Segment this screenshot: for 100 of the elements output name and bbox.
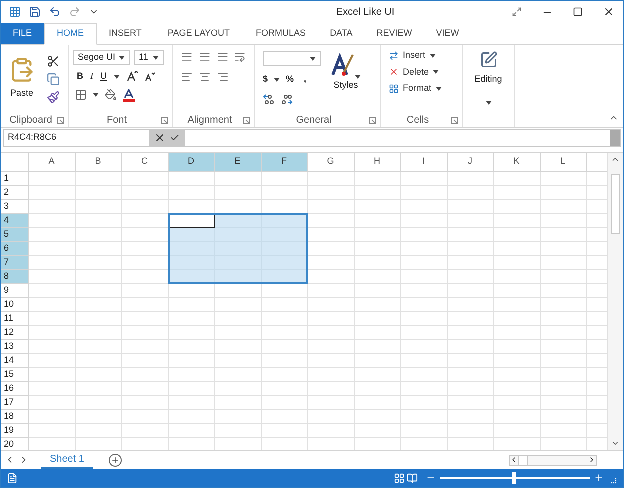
- row-header[interactable]: 14: [1, 354, 29, 368]
- resize-grip-icon[interactable]: [610, 478, 617, 485]
- scroll-down-icon[interactable]: [611, 439, 620, 448]
- currency-button[interactable]: $: [263, 73, 268, 86]
- ribbon-tab[interactable]: VIEW: [424, 23, 472, 44]
- align-top-icon[interactable]: [181, 51, 193, 63]
- cells-menu-button[interactable]: Insert: [389, 49, 454, 62]
- cells-menu-button[interactable]: Format: [389, 82, 454, 96]
- app-grid-icon[interactable]: [9, 6, 21, 18]
- column-header[interactable]: K: [494, 153, 540, 172]
- row-header[interactable]: 17: [1, 396, 29, 410]
- redo-icon[interactable]: [69, 6, 81, 18]
- column-header[interactable]: L: [540, 153, 587, 172]
- underline-button[interactable]: U: [100, 70, 107, 84]
- scroll-up-icon[interactable]: [611, 155, 620, 164]
- align-left-icon[interactable]: [181, 71, 193, 83]
- scroll-right-icon[interactable]: [588, 456, 596, 464]
- dialog-launcher-icon[interactable]: [369, 116, 376, 124]
- italic-button[interactable]: I: [90, 70, 94, 84]
- number-format-dropdown[interactable]: [263, 51, 321, 66]
- ribbon-tab[interactable]: REVIEW: [364, 23, 424, 44]
- font-name-dropdown[interactable]: Segoe UI: [73, 50, 130, 65]
- row-header[interactable]: 1: [1, 172, 29, 186]
- ribbon-tab[interactable]: FORMULAS: [244, 23, 318, 44]
- comma-button[interactable]: ,: [304, 73, 307, 86]
- wrap-text-icon[interactable]: [234, 51, 246, 63]
- ribbon-display-icon[interactable]: [512, 7, 522, 17]
- row-header[interactable]: 13: [1, 340, 29, 354]
- maximize-icon[interactable]: [573, 7, 583, 17]
- normal-view-icon[interactable]: [394, 472, 405, 484]
- row-header[interactable]: 10: [1, 298, 29, 312]
- vertical-scrollbar[interactable]: [607, 153, 623, 450]
- font-color-icon[interactable]: [123, 88, 135, 102]
- cells-menu-button[interactable]: Delete: [389, 66, 454, 79]
- styles-button[interactable]: Styles: [327, 45, 365, 113]
- dialog-launcher-icon[interactable]: [161, 116, 168, 124]
- percent-button[interactable]: %: [286, 73, 294, 86]
- shrink-font-icon[interactable]: [145, 72, 155, 82]
- scroll-left-icon[interactable]: [510, 456, 518, 464]
- ribbon-tab[interactable]: INSERT: [97, 23, 154, 44]
- format-painter-icon[interactable]: [47, 90, 60, 104]
- scroll-thumb[interactable]: [518, 456, 528, 464]
- paste-button[interactable]: Paste: [5, 57, 39, 101]
- ribbon-tab[interactable]: PAGE LAYOUT: [154, 23, 244, 44]
- zoom-in-icon[interactable]: [594, 473, 604, 483]
- horizontal-scrollbar[interactable]: [509, 454, 597, 466]
- ribbon-tab[interactable]: HOME: [44, 23, 98, 45]
- column-header[interactable]: F: [262, 153, 308, 172]
- dialog-launcher-icon[interactable]: [243, 116, 250, 124]
- row-header[interactable]: 8: [1, 270, 29, 284]
- column-header[interactable]: D: [168, 153, 215, 172]
- column-header[interactable]: C: [122, 153, 168, 172]
- row-header[interactable]: 5: [1, 228, 29, 242]
- column-header[interactable]: J: [448, 153, 494, 172]
- column-header[interactable]: B: [76, 153, 122, 172]
- row-header[interactable]: 2: [1, 186, 29, 200]
- page-icon[interactable]: [7, 472, 18, 484]
- column-header[interactable]: G: [308, 153, 354, 172]
- row-header[interactable]: 12: [1, 326, 29, 340]
- font-size-dropdown[interactable]: 11: [134, 50, 164, 65]
- increase-decimal-icon[interactable]: [263, 94, 275, 104]
- align-right-icon[interactable]: [217, 71, 229, 83]
- zoom-slider-thumb[interactable]: [512, 472, 516, 484]
- align-bottom-icon[interactable]: [216, 51, 228, 63]
- copy-icon[interactable]: [47, 72, 60, 86]
- scroll-thumb[interactable]: [611, 174, 620, 234]
- row-header[interactable]: 19: [1, 424, 29, 438]
- row-header[interactable]: 20: [1, 438, 29, 450]
- page-layout-view-icon[interactable]: [407, 472, 418, 484]
- row-header[interactable]: 11: [1, 312, 29, 326]
- ribbon-tab[interactable]: DATA: [318, 23, 365, 44]
- grow-font-icon[interactable]: [127, 71, 138, 82]
- bold-button[interactable]: B: [77, 70, 84, 84]
- borders-icon[interactable]: [75, 89, 87, 101]
- decrease-decimal-icon[interactable]: [281, 94, 293, 104]
- column-header[interactable]: A: [29, 153, 76, 172]
- row-header[interactable]: 9: [1, 284, 29, 298]
- row-header[interactable]: 7: [1, 256, 29, 270]
- row-header[interactable]: 18: [1, 410, 29, 424]
- row-header[interactable]: 6: [1, 242, 29, 256]
- row-header[interactable]: 16: [1, 382, 29, 396]
- row-header[interactable]: 4: [1, 214, 29, 228]
- save-icon[interactable]: [29, 6, 41, 18]
- add-sheet-button[interactable]: [109, 454, 122, 466]
- fill-bucket-icon[interactable]: [105, 89, 117, 101]
- editing-button[interactable]: Editing: [474, 45, 502, 86]
- cut-icon[interactable]: [47, 54, 60, 68]
- column-header[interactable]: E: [215, 153, 262, 172]
- dialog-launcher-icon[interactable]: [57, 116, 64, 124]
- row-header[interactable]: 15: [1, 368, 29, 382]
- align-middle-icon[interactable]: [198, 51, 210, 63]
- zoom-slider[interactable]: [438, 472, 592, 484]
- undo-icon[interactable]: [49, 6, 61, 18]
- dialog-launcher-icon[interactable]: [451, 116, 458, 124]
- corner-header[interactable]: [1, 153, 29, 172]
- file-tab[interactable]: FILE: [1, 23, 44, 44]
- align-center-icon[interactable]: [199, 71, 211, 83]
- column-header[interactable]: I: [401, 153, 448, 172]
- close-icon[interactable]: [603, 6, 615, 18]
- column-header[interactable]: H: [354, 153, 401, 172]
